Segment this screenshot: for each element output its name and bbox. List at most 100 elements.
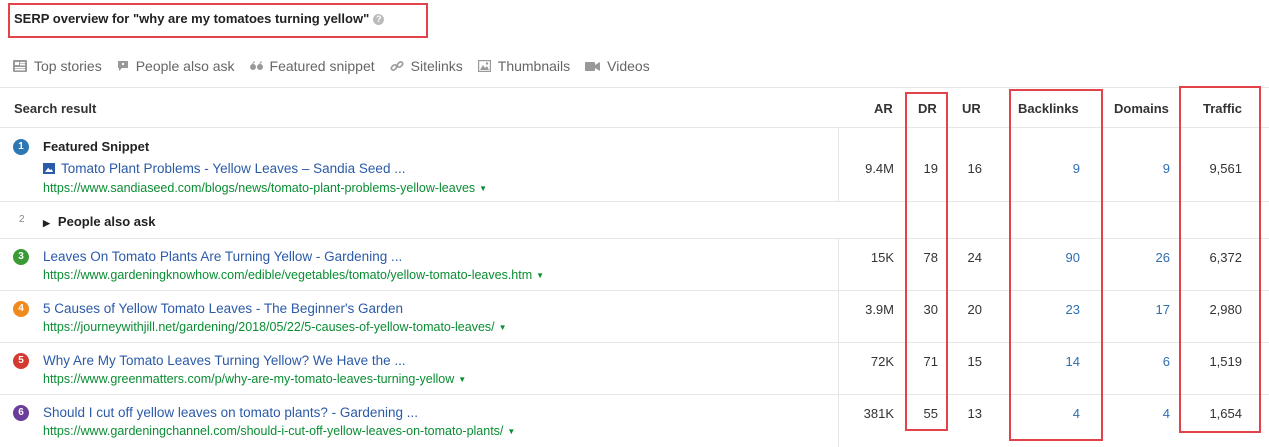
backlinks-cell[interactable]: 14 [1066, 354, 1080, 369]
help-icon[interactable]: ? [373, 14, 385, 25]
position-number: 2 [19, 214, 25, 225]
column-divider [838, 127, 839, 201]
result-title-text: Tomato Plant Problems - Yellow Leaves – … [61, 161, 406, 176]
result-title-link[interactable]: Why Are My Tomato Leaves Turning Yellow?… [43, 353, 406, 368]
caret-right-icon: ▶ [43, 218, 50, 228]
result-url-text: https://www.gardeningknowhow.com/edible/… [43, 268, 533, 282]
feature-videos[interactable]: Videos [585, 58, 650, 74]
page-title: SERP overview for "why are my tomatoes t… [14, 11, 385, 26]
traffic-cell: 2,980 [1209, 302, 1242, 317]
quote-icon [249, 61, 263, 70]
comment-icon [117, 61, 128, 71]
ur-cell: 20 [967, 302, 982, 317]
dr-cell: 30 [923, 302, 938, 317]
feature-featured-snippet[interactable]: Featured snippet [249, 58, 375, 74]
dr-cell: 19 [923, 161, 938, 176]
feature-label: Thumbnails [497, 58, 571, 74]
feature-top-stories[interactable]: Top stories [13, 58, 102, 74]
serp-features-bar: Top stories People also ask Featured sni… [13, 58, 665, 74]
result-title-link[interactable]: 5 Causes of Yellow Tomato Leaves - The B… [43, 301, 403, 316]
newspaper-icon [13, 60, 27, 72]
domains-cell[interactable]: 4 [1163, 406, 1170, 421]
ur-cell: 15 [967, 354, 982, 369]
position-badge: 5 [13, 353, 29, 369]
dr-cell: 78 [923, 250, 938, 265]
table-row: 5 Why Are My Tomato Leaves Turning Yello… [0, 342, 1269, 394]
result-url-text: https://www.gardeningchannel.com/should-… [43, 424, 504, 438]
result-title-link[interactable]: Tomato Plant Problems - Yellow Leaves – … [43, 161, 405, 176]
traffic-cell: 9,561 [1209, 161, 1242, 176]
col-ur[interactable]: UR [962, 101, 981, 116]
domains-cell[interactable]: 6 [1163, 354, 1170, 369]
result-url-text: https://www.sandiaseed.com/blogs/news/to… [43, 181, 476, 195]
result-url-text: https://journeywithjill.net/gardening/20… [43, 320, 495, 334]
result-url[interactable]: https://www.gardeningknowhow.com/edible/… [43, 268, 544, 282]
feature-thumbnails[interactable]: Thumbnails [477, 58, 571, 74]
feature-label: Videos [607, 58, 650, 74]
caret-down-icon[interactable]: ▼ [499, 323, 507, 332]
position-badge: 1 [13, 139, 29, 155]
dr-cell: 71 [923, 354, 938, 369]
result-url[interactable]: https://www.sandiaseed.com/blogs/news/to… [43, 181, 487, 195]
table-row: 6 Should I cut off yellow leaves on toma… [0, 394, 1269, 446]
backlinks-cell[interactable]: 23 [1066, 302, 1080, 317]
serp-table: Search result AR DR UR Backlinks Domains… [0, 87, 1269, 446]
backlinks-cell[interactable]: 90 [1066, 250, 1080, 265]
domains-cell[interactable]: 17 [1156, 302, 1170, 317]
featured-snippet-label: Featured Snippet [43, 139, 150, 154]
image-icon [43, 163, 55, 174]
col-search-result[interactable]: Search result [14, 101, 96, 116]
feature-people-also-ask[interactable]: People also ask [117, 58, 235, 74]
ar-cell: 72K [870, 354, 894, 369]
ar-cell: 15K [870, 250, 894, 265]
col-traffic[interactable]: Traffic [1203, 101, 1242, 116]
feature-label: Top stories [34, 58, 102, 74]
caret-down-icon[interactable]: ▼ [536, 271, 544, 280]
ar-cell: 3.9M [865, 302, 894, 317]
table-row: 3 Leaves On Tomato Plants Are Turning Ye… [0, 238, 1269, 290]
result-url[interactable]: https://www.gardeningchannel.com/should-… [43, 424, 515, 438]
traffic-cell: 6,372 [1209, 250, 1242, 265]
result-url[interactable]: https://www.greenmatters.com/p/why-are-m… [43, 372, 466, 386]
domains-cell[interactable]: 26 [1156, 250, 1170, 265]
backlinks-cell[interactable]: 4 [1073, 406, 1080, 421]
dr-cell: 55 [923, 406, 938, 421]
link-icon [390, 60, 404, 72]
domains-cell[interactable]: 9 [1163, 161, 1170, 176]
column-divider [838, 238, 839, 447]
image-icon [477, 60, 491, 72]
col-dr[interactable]: DR [918, 101, 937, 116]
caret-down-icon[interactable]: ▼ [507, 427, 515, 436]
result-url[interactable]: https://journeywithjill.net/gardening/20… [43, 320, 507, 334]
caret-down-icon[interactable]: ▼ [479, 184, 487, 193]
position-badge: 4 [13, 301, 29, 317]
traffic-cell: 1,519 [1209, 354, 1242, 369]
col-ar[interactable]: AR [874, 101, 893, 116]
ar-cell: 9.4M [865, 161, 894, 176]
ur-cell: 24 [967, 250, 982, 265]
position-badge: 3 [13, 249, 29, 265]
caret-down-icon[interactable]: ▼ [458, 375, 466, 384]
backlinks-cell[interactable]: 9 [1073, 161, 1080, 176]
feature-label: People also ask [135, 58, 235, 74]
ur-cell: 13 [967, 406, 982, 421]
video-icon [585, 61, 601, 71]
ar-cell: 381K [863, 406, 894, 421]
table-header: Search result AR DR UR Backlinks Domains… [0, 87, 1269, 127]
people-also-ask-label: People also ask [57, 214, 156, 229]
table-row: 2 ▶ People also ask [0, 201, 1269, 238]
result-title-link[interactable]: Should I cut off yellow leaves on tomato… [43, 405, 418, 420]
col-backlinks[interactable]: Backlinks [1018, 101, 1079, 116]
traffic-cell: 1,654 [1209, 406, 1242, 421]
ur-cell: 16 [967, 161, 982, 176]
feature-sitelinks[interactable]: Sitelinks [390, 58, 463, 74]
result-title-link[interactable]: Leaves On Tomato Plants Are Turning Yell… [43, 249, 402, 264]
people-also-ask-toggle[interactable]: ▶ People also ask [43, 214, 155, 229]
col-domains[interactable]: Domains [1114, 101, 1169, 116]
result-url-text: https://www.greenmatters.com/p/why-are-m… [43, 372, 455, 386]
page-title-text: SERP overview for "why are my tomatoes t… [14, 11, 370, 26]
feature-label: Featured snippet [269, 58, 375, 74]
feature-label: Sitelinks [410, 58, 463, 74]
position-badge: 6 [13, 405, 29, 421]
table-row: 4 5 Causes of Yellow Tomato Leaves - The… [0, 290, 1269, 342]
